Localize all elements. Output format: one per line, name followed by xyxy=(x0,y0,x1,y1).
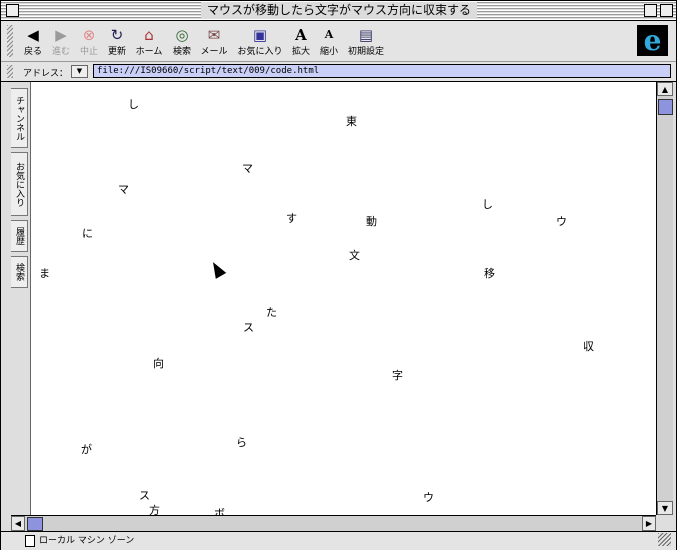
floating-char: が xyxy=(81,443,92,456)
title-bar[interactable]: マウスが移動したら文字がマウス方向に収束する xyxy=(1,1,676,21)
floating-char: ス xyxy=(139,489,150,502)
larger-label: 拡大 xyxy=(291,47,310,57)
stop-button[interactable]: ⊗ 中止 xyxy=(76,25,102,59)
zoom-box[interactable] xyxy=(644,4,657,17)
forward-label: 進む xyxy=(51,47,70,57)
floating-char: ボ xyxy=(214,507,225,516)
floating-char: 移 xyxy=(484,267,495,280)
status-bar: ローカル マシン ゾーン xyxy=(1,531,676,550)
forward-button[interactable]: ▶ 進む xyxy=(47,25,75,59)
floating-char: 収 xyxy=(583,340,594,353)
explorer-bar-tabs: チャンネル お気に入り 履歴 検索 xyxy=(1,82,30,516)
search-button[interactable]: ◎ 検索 xyxy=(169,25,195,59)
floating-char: マ xyxy=(242,162,253,175)
search-label: 検索 xyxy=(172,47,191,57)
floating-char: 向 xyxy=(153,357,164,370)
ie-logo-icon[interactable]: e xyxy=(637,25,668,56)
floating-char: 字 xyxy=(392,369,403,382)
page-content[interactable]: し 東 マ マ す 動 し ウ に 文 ま 移 た ス 収 向 字 ら が ス … xyxy=(30,82,657,515)
preferences-label: 初期設定 xyxy=(347,47,384,57)
floating-char: 文 xyxy=(349,249,360,262)
larger-text-button[interactable]: A 拡大 xyxy=(290,25,312,59)
floating-char: ス xyxy=(243,321,254,334)
larger-text-icon: A xyxy=(295,26,307,44)
floating-char: す xyxy=(286,212,297,225)
back-button[interactable]: ◀ 戻る xyxy=(20,25,46,59)
smaller-label: 縮小 xyxy=(319,47,338,57)
back-label: 戻る xyxy=(23,47,42,57)
tab-channels[interactable]: チャンネル xyxy=(11,88,28,148)
horizontal-scroll-thumb[interactable] xyxy=(27,517,43,531)
toolbar: ◀ 戻る ▶ 進む ⊗ 中止 ↻ 更新 ⌂ ホーム ◎ 検索 ✉ メール ▣ お xyxy=(1,21,676,62)
address-label: アドレス： xyxy=(23,69,69,79)
floating-char: ウ xyxy=(423,491,434,504)
stop-label: 中止 xyxy=(79,47,98,57)
collapse-box[interactable] xyxy=(660,4,673,17)
back-arrow-icon: ◀ xyxy=(27,26,39,44)
home-icon: ⌂ xyxy=(144,26,154,44)
horizontal-scrollbar[interactable]: ◀ ▶ xyxy=(11,515,656,531)
floating-char: た xyxy=(266,306,277,319)
vertical-scroll-thumb[interactable] xyxy=(658,99,673,115)
mail-label: メール xyxy=(200,47,228,57)
browser-window: マウスが移動したら文字がマウス方向に収束する ◀ 戻る ▶ 進む ⊗ 中止 ↻ … xyxy=(0,0,677,550)
scroll-down-arrow-icon[interactable]: ▼ xyxy=(657,501,673,515)
floating-char: ウ xyxy=(556,215,567,228)
floating-char: し xyxy=(482,198,493,211)
floating-char: ま xyxy=(39,267,50,280)
mail-icon: ✉ xyxy=(207,26,221,44)
favorites-button[interactable]: ▣ お気に入り xyxy=(236,25,284,59)
home-button[interactable]: ⌂ ホーム xyxy=(133,25,165,59)
home-label: ホーム xyxy=(135,47,163,57)
refresh-label: 更新 xyxy=(107,47,126,57)
floating-char: 動 xyxy=(366,215,377,228)
toolbar-grip[interactable] xyxy=(7,25,13,57)
floating-char: 東 xyxy=(346,115,357,128)
floating-char: マ xyxy=(118,183,129,196)
window-title: マウスが移動したら文字がマウス方向に収束する xyxy=(201,2,478,18)
floating-char: し xyxy=(128,98,139,111)
tab-history[interactable]: 履歴 xyxy=(11,220,28,252)
floating-char: 方 xyxy=(149,504,160,516)
smaller-text-icon: A xyxy=(324,28,334,41)
floating-char: ら xyxy=(236,436,247,449)
forward-arrow-icon: ▶ xyxy=(55,26,67,44)
stop-icon: ⊗ xyxy=(82,26,96,44)
favorites-folder-icon: ▣ xyxy=(252,26,268,44)
mouse-pointer-icon xyxy=(207,259,227,279)
address-bar: アドレス： ▼ file:///IS09660/script/text/009/… xyxy=(1,62,676,82)
scroll-left-arrow-icon[interactable]: ◀ xyxy=(11,516,25,531)
favorites-label: お気に入り xyxy=(237,47,283,57)
tab-favorites[interactable]: お気に入り xyxy=(11,152,28,216)
scroll-right-arrow-icon[interactable]: ▶ xyxy=(642,516,656,531)
search-icon: ◎ xyxy=(175,26,189,44)
mail-button[interactable]: ✉ メール xyxy=(198,25,230,59)
refresh-icon: ↻ xyxy=(110,26,124,44)
address-dropdown-icon[interactable]: ▼ xyxy=(71,65,88,78)
floating-char: に xyxy=(82,227,93,240)
vertical-scrollbar[interactable]: ▲ ▼ xyxy=(656,82,673,515)
status-zone-text: ローカル マシン ゾーン xyxy=(39,536,135,546)
preferences-icon: ▤ xyxy=(358,26,374,44)
scroll-up-arrow-icon[interactable]: ▲ xyxy=(657,82,673,96)
preferences-button[interactable]: ▤ 初期設定 xyxy=(346,25,386,59)
refresh-button[interactable]: ↻ 更新 xyxy=(104,25,130,59)
resize-grip[interactable] xyxy=(658,533,671,546)
address-input[interactable]: file:///IS09660/script/text/009/code.htm… xyxy=(93,64,671,78)
address-grip[interactable] xyxy=(7,65,13,78)
smaller-text-button[interactable]: A 縮小 xyxy=(318,25,340,59)
tab-search[interactable]: 検索 xyxy=(11,256,28,288)
zone-icon xyxy=(25,535,35,547)
close-box[interactable] xyxy=(6,4,19,17)
